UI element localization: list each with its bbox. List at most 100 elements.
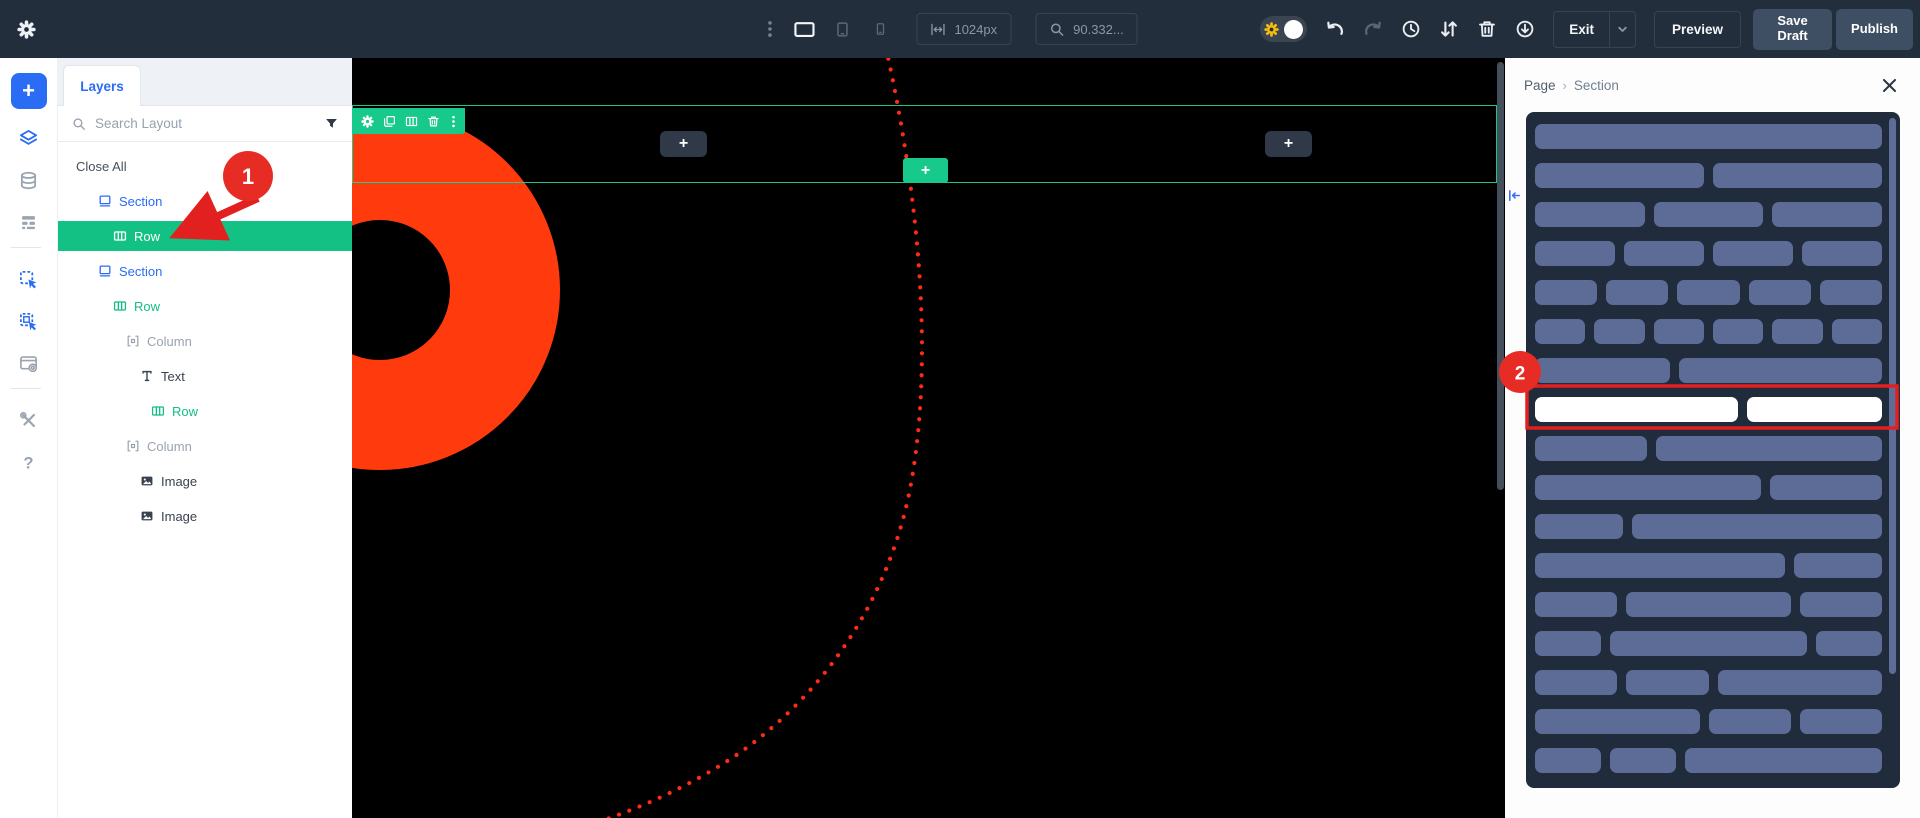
wireframe-pill[interactable] [1535, 436, 1647, 461]
wireframe-pill[interactable] [1606, 280, 1668, 305]
add-element-button-left[interactable]: + [660, 131, 707, 157]
wireframe-pill[interactable] [1713, 319, 1763, 344]
wireframe-pill[interactable] [1772, 319, 1822, 344]
wireframe-pill[interactable] [1713, 241, 1793, 266]
kebab-icon[interactable] [767, 20, 772, 38]
wireframe-pill[interactable] [1535, 319, 1585, 344]
breadcrumb-page[interactable]: Page [1524, 78, 1556, 93]
rail-help-button[interactable]: ? [11, 445, 47, 479]
wireframe-pill[interactable] [1709, 709, 1791, 734]
wireframe-pill[interactable] [1800, 709, 1882, 734]
wireframe-pill[interactable] [1535, 748, 1601, 773]
layer-item-row[interactable]: Row [58, 221, 352, 251]
rail-tools-button[interactable] [11, 403, 47, 437]
rail-select-child-button[interactable] [11, 304, 47, 338]
columns-icon[interactable] [405, 115, 418, 128]
layer-item-row[interactable]: Row [58, 291, 352, 321]
gear-icon[interactable] [361, 115, 374, 128]
redo-icon[interactable] [1363, 19, 1383, 39]
wireframe-pill[interactable] [1713, 163, 1882, 188]
dark-mode-toggle[interactable] [1260, 16, 1307, 42]
canvas[interactable]: + + + [352, 58, 1505, 818]
wireframe-pill[interactable] [1747, 397, 1882, 422]
filter-icon[interactable] [325, 117, 338, 130]
wireframe-scrollbar[interactable] [1889, 118, 1896, 674]
rail-database-button[interactable] [11, 163, 47, 197]
rail-tree-view-button[interactable] [11, 205, 47, 239]
wireframe-pill[interactable] [1632, 514, 1882, 539]
wireframe-pill[interactable] [1535, 670, 1617, 695]
wireframe-pill[interactable] [1626, 670, 1708, 695]
close-icon[interactable] [1881, 77, 1898, 94]
trash-icon[interactable] [1477, 19, 1497, 39]
wireframe-pill[interactable] [1535, 709, 1700, 734]
wireframe-pill[interactable] [1654, 319, 1704, 344]
wireframe-pill[interactable] [1800, 592, 1882, 617]
exit-menu-button[interactable] [1610, 12, 1635, 47]
wireframe-pill[interactable] [1718, 670, 1883, 695]
gear-icon[interactable] [17, 20, 36, 39]
tab-layers[interactable]: Layers [63, 65, 141, 106]
wireframe-pill[interactable] [1535, 397, 1738, 422]
desktop-mode-button[interactable] [792, 20, 816, 39]
duplicate-icon[interactable] [383, 115, 396, 128]
layer-item-row[interactable]: Row [58, 396, 352, 426]
wireframe-pill[interactable] [1832, 319, 1882, 344]
mobile-mode-button[interactable] [868, 20, 892, 39]
wireframe-pill[interactable] [1656, 436, 1882, 461]
wireframe-pill[interactable] [1535, 280, 1597, 305]
publish-button[interactable]: Publish [1836, 9, 1913, 50]
search-input[interactable]: Search Layout [95, 116, 316, 131]
wireframe-pill[interactable] [1535, 592, 1617, 617]
wireframe-pill[interactable] [1610, 748, 1676, 773]
add-element-button[interactable]: + [11, 73, 47, 109]
kebab-icon[interactable] [451, 115, 456, 128]
wireframe-pill[interactable] [1794, 553, 1882, 578]
add-column-button[interactable]: + [903, 158, 948, 183]
wireframe-pill[interactable] [1685, 748, 1882, 773]
undo-icon[interactable] [1325, 19, 1345, 39]
wireframe-pill[interactable] [1535, 514, 1623, 539]
wireframe-pill[interactable] [1535, 553, 1785, 578]
wireframe-pill[interactable] [1654, 202, 1764, 227]
close-all-button[interactable]: Close All [58, 151, 352, 181]
wireframe-pill[interactable] [1677, 280, 1739, 305]
wireframe-pill[interactable] [1772, 202, 1882, 227]
layer-item-section[interactable]: Section [58, 256, 352, 286]
history-icon[interactable] [1401, 19, 1421, 39]
wireframe-pill[interactable] [1535, 358, 1670, 383]
trash-icon[interactable] [427, 115, 440, 128]
layer-item-column[interactable]: Column [58, 326, 352, 356]
layer-item-column[interactable]: Column [58, 431, 352, 461]
responsive-width-input[interactable]: 1024px [916, 13, 1011, 45]
wireframe-pill[interactable] [1594, 319, 1644, 344]
zoom-input[interactable]: 90.332... [1035, 13, 1138, 45]
wireframe-pill[interactable] [1802, 241, 1882, 266]
sort-icon[interactable] [1439, 19, 1459, 39]
wireframe-pill[interactable] [1535, 631, 1601, 656]
add-element-button-right[interactable]: + [1265, 131, 1312, 157]
wireframe-pill[interactable] [1535, 475, 1761, 500]
wireframe-pill[interactable] [1610, 631, 1807, 656]
exit-button[interactable]: Exit [1554, 12, 1609, 47]
tablet-mode-button[interactable] [830, 20, 854, 39]
wireframe-pill[interactable] [1820, 280, 1882, 305]
rail-layers-button[interactable] [11, 121, 47, 155]
wireframe-pill[interactable] [1816, 631, 1882, 656]
wireframe-pill[interactable] [1535, 241, 1615, 266]
layer-item-text[interactable]: Text [58, 361, 352, 391]
wireframe-pill[interactable] [1749, 280, 1811, 305]
wireframe-pill[interactable] [1535, 202, 1645, 227]
wireframe-pill[interactable] [1535, 163, 1704, 188]
preview-button[interactable]: Preview [1654, 11, 1741, 48]
wireframe-pill[interactable] [1679, 358, 1882, 383]
rail-select-element-button[interactable] [11, 262, 47, 296]
wireframe-pill[interactable] [1626, 592, 1791, 617]
layer-item-section[interactable]: Section [58, 186, 352, 216]
save-draft-button[interactable]: Save Draft [1753, 9, 1832, 50]
layer-item-image[interactable]: Image [58, 501, 352, 531]
export-icon[interactable] [1515, 19, 1535, 39]
rail-window-settings-button[interactable] [11, 346, 47, 380]
wireframe-pill[interactable] [1770, 475, 1882, 500]
wireframe-pill[interactable] [1624, 241, 1704, 266]
